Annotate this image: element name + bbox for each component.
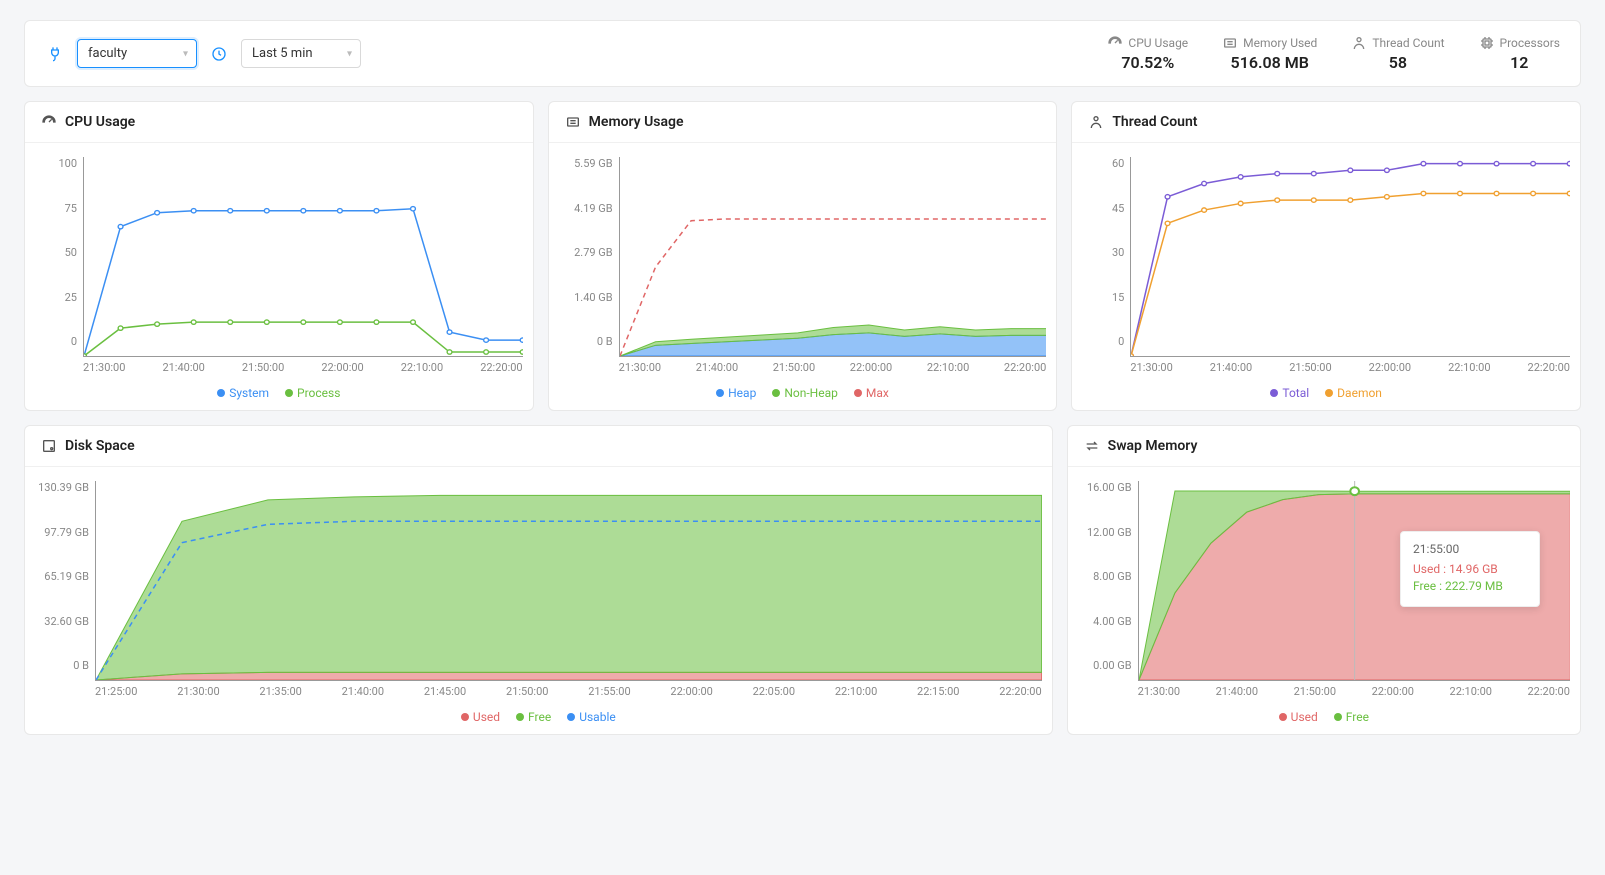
metric-memory-value: 516.08 MB <box>1222 53 1317 72</box>
card-disk: Disk Space 130.39 GB97.79 GB65.19 GB32.6… <box>24 425 1053 735</box>
thread-chart[interactable]: 604530150 21:30:0021:40:0021:50:0022:00:… <box>1082 157 1570 374</box>
gauge-icon <box>1107 35 1123 51</box>
tooltip-free: Free : 222.79 MB <box>1413 579 1527 593</box>
timerange-value: Last 5 min <box>252 46 313 61</box>
metric-thread-value: 58 <box>1351 53 1444 72</box>
plug-icon[interactable] <box>45 44 65 64</box>
chevron-down-icon: ▾ <box>347 48 352 59</box>
card-title: Thread Count <box>1112 114 1197 130</box>
thread-icon <box>1088 114 1104 130</box>
service-select[interactable]: faculty ▾ <box>77 39 197 68</box>
metric-cpu-value: 70.52% <box>1107 53 1188 72</box>
swap-chart[interactable]: 16.00 GB12.00 GB8.00 GB4.00 GB0.00 GB 21… <box>1078 481 1570 698</box>
legend-item[interactable]: Used <box>461 710 500 724</box>
card-title: Disk Space <box>65 438 135 454</box>
card-title: Swap Memory <box>1108 438 1198 454</box>
metric-processors: Processors 12 <box>1479 35 1561 72</box>
chevron-down-icon: ▾ <box>183 48 188 59</box>
clock-icon[interactable] <box>209 44 229 64</box>
chart-tooltip: 21:55:00 Used : 14.96 GB Free : 222.79 M… <box>1400 531 1540 607</box>
memory-icon <box>1222 35 1238 51</box>
card-swap: Swap Memory 16.00 GB12.00 GB8.00 GB4.00 … <box>1067 425 1581 735</box>
legend-item[interactable]: Used <box>1279 710 1318 724</box>
legend-item[interactable]: System <box>217 386 269 400</box>
tooltip-time: 21:55:00 <box>1413 542 1527 556</box>
tooltip-used: Used : 14.96 GB <box>1413 562 1527 576</box>
legend-item[interactable]: Free <box>1334 710 1369 724</box>
memory-icon <box>565 114 581 130</box>
legend-item[interactable]: Free <box>516 710 551 724</box>
legend-item[interactable]: Daemon <box>1325 386 1382 400</box>
card-memory: Memory Usage 5.59 GB4.19 GB2.79 GB1.40 G… <box>548 101 1058 411</box>
legend-item[interactable]: Process <box>285 386 340 400</box>
metric-cpu: CPU Usage 70.52% <box>1107 35 1188 72</box>
thread-icon <box>1351 35 1367 51</box>
toolbar-left: faculty ▾ Last 5 min ▾ <box>45 39 361 68</box>
top-toolbar: faculty ▾ Last 5 min ▾ CPU Usage 70.52% … <box>24 20 1581 87</box>
legend-item[interactable]: Total <box>1270 386 1309 400</box>
disk-icon <box>41 438 57 454</box>
service-select-value: faculty <box>88 46 127 61</box>
legend-item[interactable]: Usable <box>567 710 616 724</box>
legend-item[interactable]: Max <box>854 386 889 400</box>
cpu-chart[interactable]: 1007550250 21:30:0021:40:0021:50:0022:00… <box>35 157 523 374</box>
metric-thread: Thread Count 58 <box>1351 35 1444 72</box>
card-title: Memory Usage <box>589 114 684 130</box>
toolbar-metrics: CPU Usage 70.52% Memory Used 516.08 MB T… <box>1107 35 1560 72</box>
timerange-select[interactable]: Last 5 min ▾ <box>241 39 361 68</box>
legend-item[interactable]: Non-Heap <box>772 386 838 400</box>
metric-processors-value: 12 <box>1479 53 1561 72</box>
disk-chart[interactable]: 130.39 GB97.79 GB65.19 GB32.60 GB0 B 21:… <box>35 481 1042 698</box>
card-cpu: CPU Usage 1007550250 21:30:0021:40:0021:… <box>24 101 534 411</box>
swap-icon <box>1084 438 1100 454</box>
cpu-icon <box>1479 35 1495 51</box>
legend-item[interactable]: Heap <box>716 386 756 400</box>
memory-chart[interactable]: 5.59 GB4.19 GB2.79 GB1.40 GB0 B 21:30:00… <box>559 157 1047 374</box>
card-thread: Thread Count 604530150 21:30:0021:40:002… <box>1071 101 1581 411</box>
gauge-icon <box>41 114 57 130</box>
metric-memory: Memory Used 516.08 MB <box>1222 35 1317 72</box>
card-title: CPU Usage <box>65 114 135 130</box>
